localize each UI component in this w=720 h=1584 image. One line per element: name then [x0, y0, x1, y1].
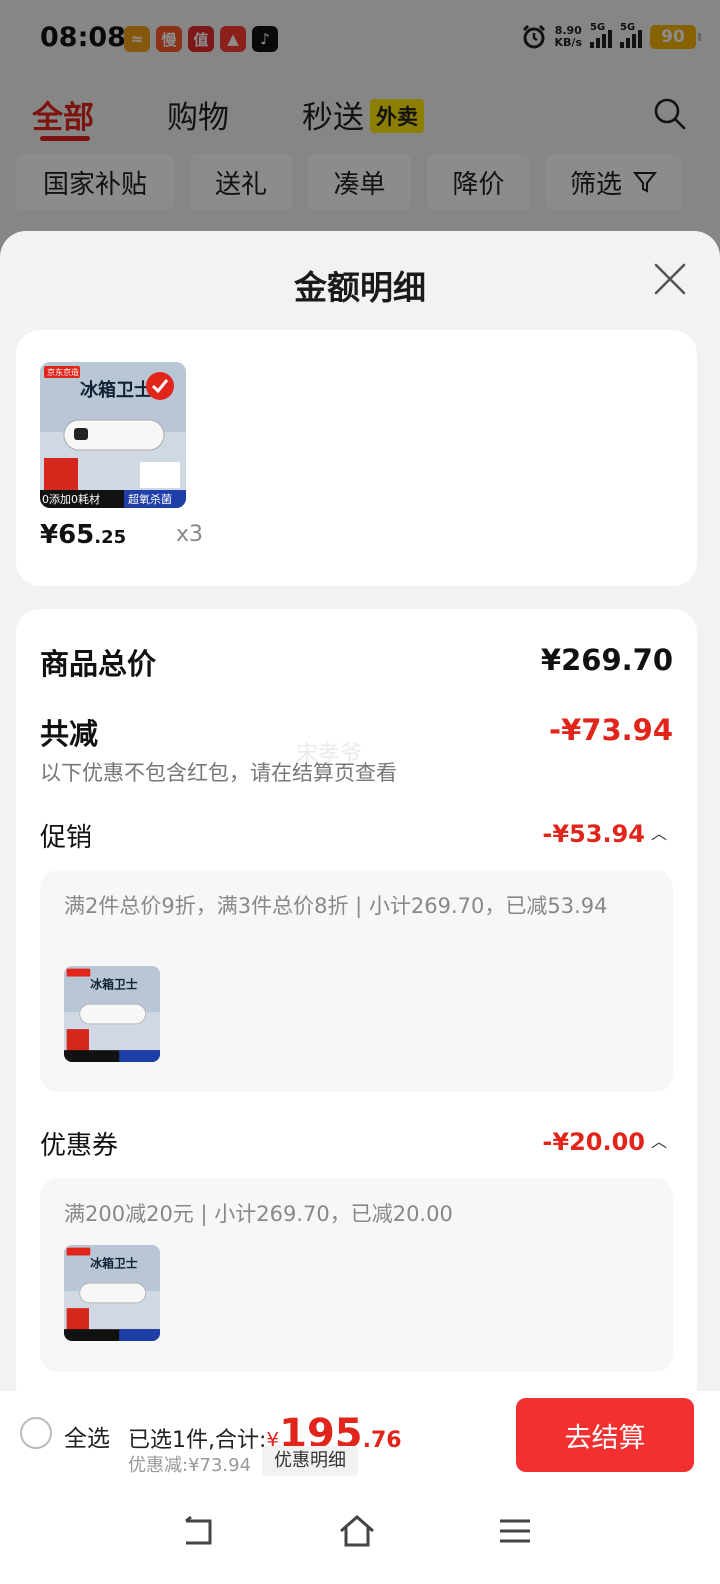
product-price-dec: .25: [94, 527, 127, 548]
checkout-button[interactable]: 去结算: [516, 1398, 694, 1472]
promo-toggle[interactable]: -¥53.94 ︿: [542, 820, 667, 848]
product-quantity: x3: [176, 522, 204, 547]
discount-value: -¥73.94: [549, 713, 673, 747]
discount-label: 共减: [40, 717, 99, 751]
total-price-label: 商品总价: [40, 647, 157, 681]
chevron-up-icon: ︿: [650, 824, 667, 843]
promo-value: -¥53.94: [542, 820, 645, 848]
promo-label: 促销: [40, 823, 93, 853]
product-image[interactable]: 京东京造 冰箱卫士 0添加0耗材 超氧杀菌: [40, 362, 186, 508]
coupon-box: 满200减20元 | 小计269.70，已减20.00 冰箱卫士: [40, 1178, 673, 1372]
select-all-label[interactable]: 全选: [64, 1419, 110, 1453]
checkout-bar: 全选 已选1件,合计:¥195.76 优惠减:¥73.94 优惠明细 去结算: [0, 1391, 720, 1485]
promo-desc: 满2件总价9折，满3件总价8折 | 小计269.70，已减53.94: [64, 894, 608, 918]
product-price: ¥65.25: [40, 520, 126, 550]
promo-thumb-title: 冰箱卫士: [90, 977, 137, 991]
select-all-checkbox[interactable]: [20, 1417, 52, 1449]
coupon-product-image[interactable]: 冰箱卫士: [64, 1245, 160, 1341]
back-icon[interactable]: [178, 1511, 218, 1551]
product-price-int: ¥65: [40, 520, 95, 550]
promo-product-image[interactable]: 冰箱卫士: [64, 966, 160, 1062]
home-icon[interactable]: [337, 1511, 377, 1551]
menu-icon[interactable]: [495, 1511, 535, 1551]
watermark: 宋孝爷: [296, 742, 363, 767]
promo-box: 满2件总价9折，满3件总价8折 | 小计269.70，已减53.94 冰箱卫士: [40, 870, 673, 1092]
coupon-value: -¥20.00: [542, 1128, 645, 1156]
coupon-thumb-title: 冰箱卫士: [90, 1256, 137, 1270]
discount-summary: 优惠减:¥73.94: [128, 1455, 252, 1476]
selected-prefix: 已选1件,合计:: [128, 1428, 267, 1453]
coupon-toggle[interactable]: -¥20.00 ︿: [542, 1128, 667, 1156]
total-price-value: ¥269.70: [540, 643, 673, 677]
close-icon[interactable]: [652, 261, 688, 297]
thumb-title: 冰箱卫士: [80, 379, 152, 401]
discount-detail-button[interactable]: 优惠明细: [262, 1446, 358, 1476]
thumb-footer-left: 0添加0耗材: [42, 492, 100, 506]
system-nav-bar: [0, 1485, 720, 1584]
coupon-desc: 满200减20元 | 小计269.70，已减20.00: [64, 1202, 453, 1226]
coupon-label: 优惠券: [40, 1131, 119, 1161]
thumb-footer-right: 超氧杀菌: [128, 492, 172, 506]
amount-detail-sheet: 金额明细 京东京造 冰箱卫士 0添加0耗材 超氧杀菌 ¥65.25 x3 商品总…: [0, 231, 720, 1391]
total-dec: .76: [362, 1428, 402, 1453]
chevron-up-icon: ︿: [650, 1132, 667, 1151]
sheet-title: 金额明细: [294, 268, 426, 307]
product-card: 京东京造 冰箱卫士 0添加0耗材 超氧杀菌 ¥65.25 x3: [16, 330, 697, 586]
price-detail-card: 商品总价 ¥269.70 共减 -¥73.94 以下优惠不包含红包，请在结算页查…: [16, 609, 697, 1391]
thumb-brand: 京东京造: [47, 367, 79, 377]
